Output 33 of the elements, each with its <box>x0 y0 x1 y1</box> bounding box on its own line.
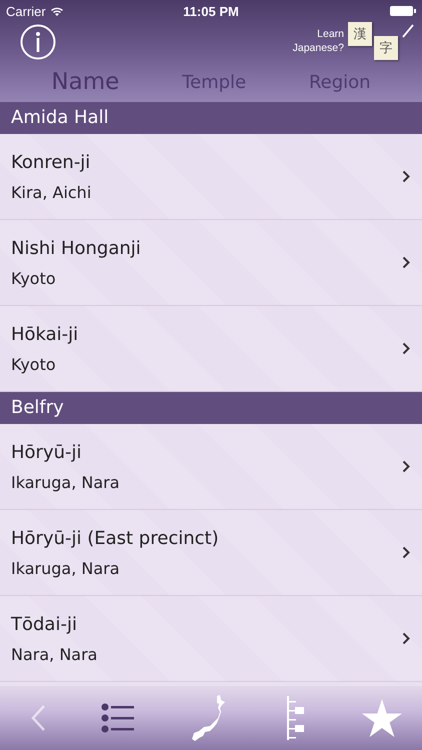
list-icon[interactable] <box>101 701 135 735</box>
clock-time: 11:05 PM <box>183 4 239 18</box>
temple-name: Konren-ji <box>11 152 92 172</box>
chevron-icon <box>402 256 410 269</box>
chevron-icon <box>402 170 410 183</box>
temple-location: Kyoto <box>11 354 57 374</box>
temple-name: Tōdai-ji <box>11 614 78 634</box>
kanji-card[interactable]: 字 <box>374 36 398 60</box>
chevron-icon <box>402 342 410 355</box>
temple-location: Nara, Nara <box>11 644 98 664</box>
learn-japanese-link[interactable]: Learn Japanese? <box>282 28 344 56</box>
star-icon[interactable] <box>362 699 402 737</box>
pen-icon <box>402 24 414 38</box>
back-chevron-icon[interactable] <box>30 704 46 732</box>
section-header: Amida Hall <box>0 102 422 134</box>
temple-location: Kira, Aichi <box>11 182 92 202</box>
temple-name: Hōkai-ji <box>11 324 80 344</box>
temple-name: Hōryū-ji <box>11 442 83 462</box>
temple-name: Nishi Honganji <box>11 238 142 258</box>
battery-icon <box>390 5 416 17</box>
chevron-icon <box>402 546 410 559</box>
chevron-icon <box>402 632 410 645</box>
carrier-label: Carrier <box>6 4 46 18</box>
section-header: Belfry <box>0 392 422 424</box>
temple-name: Hōryū-ji (East precinct) <box>11 528 220 548</box>
wifi-icon <box>50 6 64 16</box>
temple-location: Ikaruga, Nara <box>11 472 121 492</box>
chevron-icon <box>402 460 410 473</box>
temple-location: Kyoto <box>11 268 57 288</box>
info-button[interactable] <box>20 24 56 60</box>
temple-location: Ikaruga, Nara <box>11 558 121 578</box>
kanji-card[interactable]: 漢 <box>348 22 372 46</box>
tree-icon[interactable] <box>285 696 307 740</box>
